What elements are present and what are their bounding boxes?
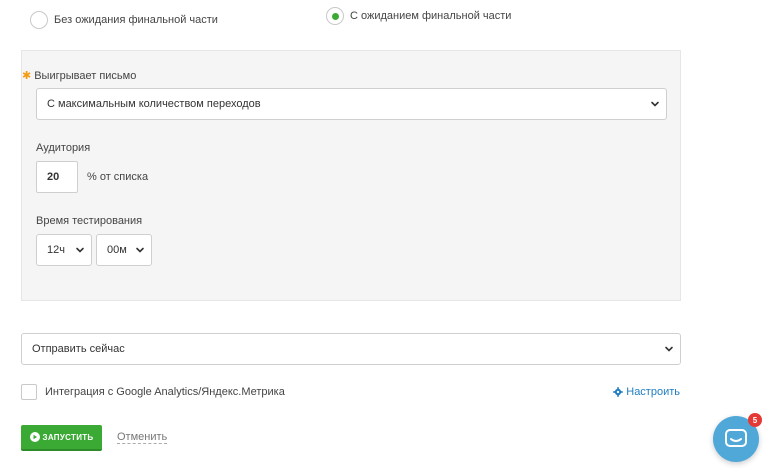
radio-selected-dot	[331, 12, 339, 20]
gear-icon	[613, 387, 624, 397]
radio-wait-circle[interactable]	[326, 7, 344, 25]
winner-select[interactable]: С максимальным количеством переходов	[36, 88, 667, 120]
hours-select-value: 12ч	[47, 244, 65, 256]
play-icon	[29, 432, 40, 442]
configure-label: Настроить	[626, 386, 680, 398]
radio-no-wait-circle[interactable]	[30, 11, 48, 29]
send-time-select[interactable]: Отправить сейчас	[21, 333, 681, 365]
test-time-label: Время тестирования	[36, 215, 143, 227]
chevron-down-icon	[651, 101, 659, 107]
radio-no-wait[interactable]: Без ожидания финальной части	[30, 11, 218, 29]
analytics-checkbox[interactable]	[21, 384, 37, 400]
radio-wait-label: С ожиданием финальной части	[350, 10, 512, 22]
winner-label-text: Выигрывает письмо	[34, 70, 137, 82]
winner-label: ✱ Выигрывает письмо	[22, 69, 136, 82]
analytics-label: Интеграция с Google Analytics/Яндекс.Мет…	[45, 386, 285, 398]
minutes-select[interactable]: 00м	[96, 234, 152, 266]
chevron-down-icon	[665, 346, 673, 352]
test-mode-radio-group: Без ожидания финальной части С ожиданием…	[0, 7, 768, 31]
hours-select[interactable]: 12ч	[36, 234, 92, 266]
chevron-down-icon	[136, 247, 144, 253]
audience-input[interactable]: 20	[36, 161, 78, 193]
radio-no-wait-label: Без ожидания финальной части	[54, 14, 218, 26]
audience-label: Аудитория	[36, 142, 91, 154]
configure-link[interactable]: Настроить	[613, 386, 680, 398]
required-mark: ✱	[22, 70, 32, 82]
cancel-link[interactable]: Отменить	[117, 431, 168, 444]
ab-settings-panel: ✱ Выигрывает письмо С максимальным количе…	[21, 50, 681, 301]
winner-select-value: С максимальным количеством переходов	[47, 98, 261, 110]
start-button[interactable]: ЗАПУСТИТЬ	[21, 425, 102, 451]
send-time-select-value: Отправить сейчас	[32, 343, 125, 355]
radio-wait[interactable]: С ожиданием финальной части	[326, 7, 511, 25]
audience-suffix: % от списка	[87, 171, 149, 183]
chat-notification-badge: 5	[748, 413, 762, 427]
chevron-down-icon	[76, 247, 84, 253]
minutes-select-value: 00м	[107, 244, 127, 256]
start-button-label: ЗАПУСТИТЬ	[42, 432, 94, 442]
chat-icon	[725, 429, 747, 447]
